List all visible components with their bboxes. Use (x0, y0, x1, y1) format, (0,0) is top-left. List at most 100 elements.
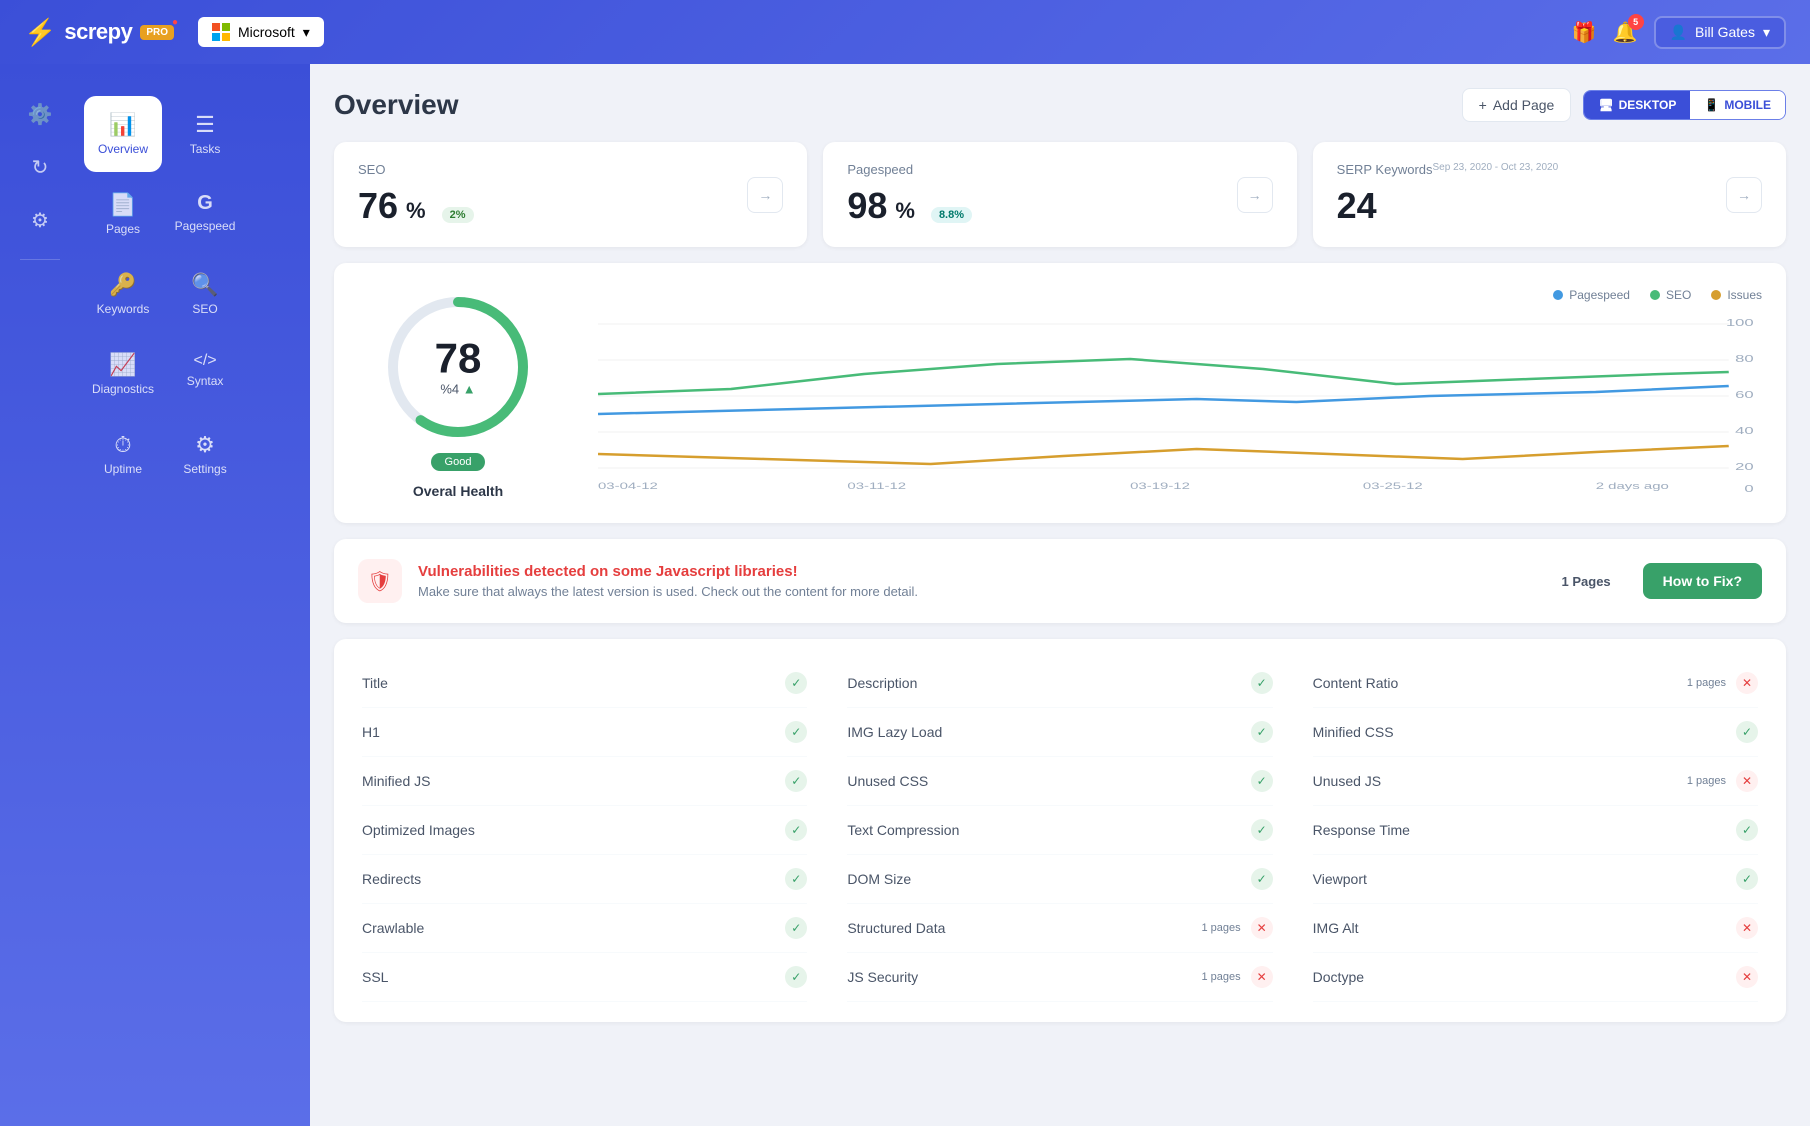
sidebar-item-tasks[interactable]: ☰ Tasks (166, 96, 244, 172)
syntax-icon: </> (193, 352, 216, 370)
pagespeed-label: Pagespeed (175, 219, 236, 233)
gift-icon[interactable]: 🎁 (1572, 20, 1597, 45)
checks-column-2: Description ✓ IMG Lazy Load ✓ Unused CSS… (827, 659, 1292, 1002)
app-name: screpy (64, 19, 132, 45)
microsoft-label: Microsoft (238, 24, 295, 40)
page-title: Overview (334, 89, 459, 121)
header-actions: + Add Page 🖥 DESKTOP 📱 MOBILE (1462, 88, 1786, 122)
legend-pagespeed: Pagespeed (1553, 288, 1630, 302)
sidebar-icon-refresh[interactable]: ↻ (6, 145, 74, 190)
check-redirects-status: ✓ (785, 868, 807, 890)
seo-unit: % (406, 198, 426, 224)
health-label: Overal Health (413, 483, 503, 499)
check-content-ratio-icons: 1 pages ✕ (1687, 672, 1758, 694)
alert-description: Make sure that always the latest version… (418, 584, 1546, 599)
checks-grid: Title ✓ H1 ✓ Minified JS ✓ Optimized Ima… (362, 659, 1758, 1002)
check-minified-js-status: ✓ (785, 770, 807, 792)
sidebar-icon-tools[interactable]: ⚙️ (6, 92, 74, 137)
sidebar-item-keywords[interactable]: 🔑 Keywords (84, 256, 162, 332)
check-optimized-images: Optimized Images ✓ (362, 806, 807, 855)
sidebar-icon-settings[interactable]: ⚙ (6, 198, 74, 243)
notification-button[interactable]: 🔔 5 (1613, 20, 1638, 45)
check-dom-size-label: DOM Size (847, 871, 911, 887)
main-layout: ⚙️ ↻ ⚙ 📊 Overview ☰ Tasks 📄 Pages (0, 64, 1810, 1126)
check-structured-data-status: ✕ (1251, 917, 1273, 939)
check-minified-css-status: ✓ (1736, 721, 1758, 743)
line-chart-svg: 100 80 60 40 20 0 (598, 314, 1762, 494)
check-minified-css-label: Minified CSS (1313, 724, 1394, 740)
seo-legend-label: SEO (1666, 288, 1691, 302)
check-dom-size: DOM Size ✓ (847, 855, 1272, 904)
sidebar-item-syntax[interactable]: </> Syntax (166, 336, 244, 412)
gauge-center: 78 %4 ▲ (435, 338, 482, 397)
svg-text:20: 20 (1735, 461, 1754, 472)
sidebar-item-pagespeed[interactable]: G Pagespeed (166, 176, 244, 252)
metric-cards: SEO 76 % 2% → Pagespeed 98 % 8.8% (334, 142, 1786, 247)
check-unused-js-status: ✕ (1736, 770, 1758, 792)
check-img-lazy-load-label: IMG Lazy Load (847, 724, 942, 740)
how-to-fix-button[interactable]: How to Fix? (1643, 563, 1762, 599)
serp-arrow-button[interactable]: → (1726, 177, 1762, 213)
check-unused-js-label: Unused JS (1313, 773, 1381, 789)
serp-date: Sep 23, 2020 - Oct 23, 2020 (1433, 162, 1559, 173)
health-percent: %4 ▲ (435, 382, 482, 397)
pagespeed-arrow-button[interactable]: → (1237, 177, 1273, 213)
check-viewport-label: Viewport (1313, 871, 1367, 887)
chart-legend: Pagespeed SEO Issues (598, 288, 1762, 302)
sidebar-item-settings[interactable]: ⚙ Settings (166, 416, 244, 492)
check-img-lazy-load-status: ✓ (1251, 721, 1273, 743)
keywords-icon: 🔑 (109, 272, 136, 298)
diagnostics-label: Diagnostics (92, 382, 154, 396)
svg-text:2 days ago: 2 days ago (1596, 480, 1669, 490)
seo-icon: 🔍 (191, 272, 218, 298)
desktop-view-button[interactable]: 🖥 DESKTOP (1584, 91, 1690, 119)
ms-chevron-icon: ▾ (303, 24, 310, 41)
svg-text:0: 0 (1744, 483, 1754, 494)
check-doctype: Doctype ✕ (1313, 953, 1758, 1002)
logo: ⚡ screpy PRO (24, 17, 174, 48)
desktop-icon: 🖥 (1598, 98, 1613, 112)
pagespeed-label: Pagespeed (847, 162, 972, 177)
check-minified-js: Minified JS ✓ (362, 757, 807, 806)
check-crawlable-label: Crawlable (362, 920, 424, 936)
sidebar-item-seo[interactable]: 🔍 SEO (166, 256, 244, 332)
add-page-button[interactable]: + Add Page (1462, 88, 1572, 122)
alert-icon-wrap: 🛡 (358, 559, 402, 603)
pagespeed-legend-label: Pagespeed (1569, 288, 1630, 302)
check-title: Title ✓ (362, 659, 807, 708)
pages-icon: 📄 (109, 192, 136, 218)
tasks-label: Tasks (190, 142, 221, 156)
alert-pages-count: 1 Pages (1562, 574, 1611, 589)
seo-card-info: SEO 76 % 2% (358, 162, 474, 227)
lightning-icon: ⚡ (24, 17, 56, 48)
seo-legend-dot (1650, 290, 1660, 300)
check-ssl-label: SSL (362, 969, 388, 985)
mobile-view-button[interactable]: 📱 MOBILE (1690, 91, 1785, 119)
issues-legend-label: Issues (1727, 288, 1762, 302)
pagespeed-legend-dot (1553, 290, 1563, 300)
diagnostics-icon: 📈 (109, 352, 136, 378)
alert-banner: 🛡 Vulnerabilities detected on some Javas… (334, 539, 1786, 623)
check-content-ratio: Content Ratio 1 pages ✕ (1313, 659, 1758, 708)
microsoft-button[interactable]: Microsoft ▾ (198, 17, 324, 47)
seo-label: SEO (192, 302, 217, 316)
sidebar-nav: 📊 Overview ☰ Tasks 📄 Pages G Pagespeed 🔑… (80, 84, 256, 1126)
sidebar-item-overview[interactable]: 📊 Overview (84, 96, 162, 172)
pro-badge: PRO (140, 25, 174, 40)
seo-arrow-button[interactable]: → (747, 177, 783, 213)
check-crawlable-status: ✓ (785, 917, 807, 939)
sidebar-item-diagnostics[interactable]: 📈 Diagnostics (84, 336, 162, 412)
sidebar-item-pages[interactable]: 📄 Pages (84, 176, 162, 252)
keywords-label: Keywords (97, 302, 150, 316)
sidebar-item-uptime[interactable]: ⏱ Uptime (84, 416, 162, 492)
check-text-compression: Text Compression ✓ (847, 806, 1272, 855)
sidebar: ⚙️ ↻ ⚙ 📊 Overview ☰ Tasks 📄 Pages (0, 64, 310, 1126)
user-menu-button[interactable]: 👤 Bill Gates ▾ (1654, 16, 1786, 49)
check-structured-data-label: Structured Data (847, 920, 945, 936)
issues-legend-dot (1711, 290, 1721, 300)
microsoft-logo (212, 23, 230, 41)
check-minified-css: Minified CSS ✓ (1313, 708, 1758, 757)
check-js-security-status: ✕ (1251, 966, 1273, 988)
settings-nav-icon: ⚙ (195, 432, 215, 458)
check-title-status: ✓ (785, 672, 807, 694)
